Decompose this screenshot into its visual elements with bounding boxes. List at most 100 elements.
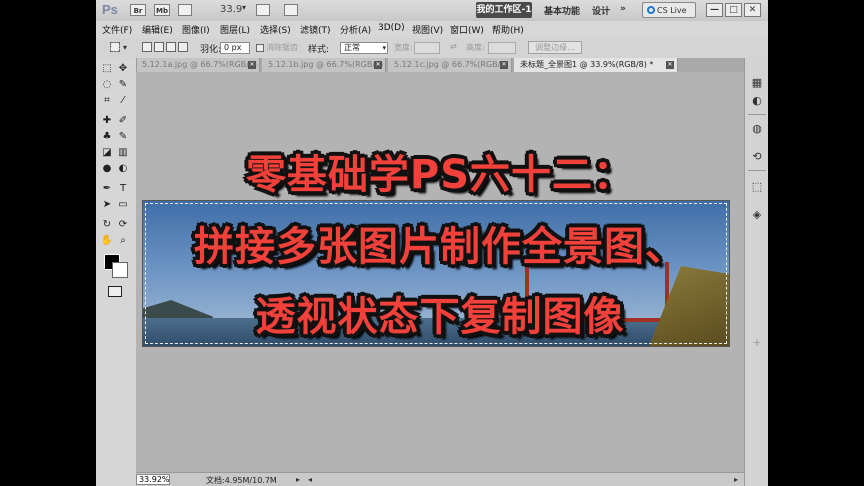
antialias-checkbox[interactable] — [256, 44, 264, 52]
menu-analysis[interactable]: 分析(A) — [340, 23, 371, 36]
status-scroll-left-icon[interactable]: ◂ — [308, 475, 312, 484]
more-workspaces-icon[interactable]: » — [620, 4, 626, 14]
color-panel-icon[interactable]: ◐ — [750, 94, 764, 108]
workspace-essentials-link[interactable]: 基本功能 — [544, 4, 580, 17]
menu-3d[interactable]: 3D(D) — [378, 23, 405, 33]
menu-view[interactable]: 视图(V) — [412, 23, 443, 36]
tab-panorama-active[interactable]: 未标题_全景图1 @ 33.9%(RGB/8) * ✕ — [514, 58, 678, 72]
menu-image[interactable]: 图像(I) — [182, 23, 210, 36]
photoshop-window: Ps Br Mb 33.9 ▾ 我的工作区-1 基本功能 设计 » CS Liv… — [96, 0, 768, 486]
clone-stamp-icon[interactable]: ♣ — [100, 130, 114, 144]
style-select[interactable]: 正常 ▾ — [340, 42, 388, 54]
height-input[interactable] — [488, 42, 516, 54]
dock-divider — [748, 170, 766, 171]
intersect-selection-icon[interactable] — [178, 42, 188, 52]
menu-file[interactable]: 文件(F) — [102, 23, 132, 36]
overlay-title-line-2: 拼接多张图片制作全景图、 — [194, 224, 686, 270]
status-menu-icon[interactable]: ▸ — [296, 475, 300, 484]
menu-select[interactable]: 选择(S) — [260, 23, 291, 36]
refine-edge-button[interactable]: 调整边缘... — [528, 41, 582, 54]
crop-tool-icon[interactable]: ⌗ — [100, 94, 114, 108]
tab-document-1a[interactable]: 5.12.1a.jpg @ 66.7%(RGB/8) ✕ — [136, 58, 260, 72]
dock-add-icon[interactable]: + — [750, 336, 764, 350]
status-scroll-right-icon[interactable]: ▸ — [734, 475, 738, 484]
zoom-caret-icon[interactable]: ▾ — [242, 3, 246, 12]
tab-close-icon[interactable]: ✕ — [248, 61, 256, 69]
quick-mask-icon[interactable] — [108, 286, 122, 297]
swap-icon[interactable]: ⇄ — [450, 42, 457, 51]
layers-panel-icon[interactable]: ◈ — [750, 208, 764, 222]
hand-tool-icon[interactable]: ✋ — [100, 234, 114, 248]
path-selection-icon[interactable]: ➤ — [100, 198, 114, 212]
adjustments-panel-icon[interactable]: ◍ — [750, 122, 764, 136]
menu-filter[interactable]: 滤镜(T) — [300, 23, 331, 36]
type-tool-icon[interactable]: T — [116, 182, 130, 196]
feather-input[interactable]: 0 px — [220, 42, 250, 54]
lasso-tool-icon[interactable]: ◌ — [100, 78, 114, 92]
history-brush-icon[interactable]: ✎ — [116, 130, 130, 144]
histogram-panel-icon[interactable]: ▦ — [750, 76, 764, 90]
subtract-selection-icon[interactable] — [166, 42, 176, 52]
tab-close-icon[interactable]: ✕ — [500, 61, 508, 69]
tab-label: 5.12.1a.jpg @ 66.7%(RGB/8) — [142, 60, 258, 69]
height-label: 高度: — [466, 43, 485, 52]
bridge-icon[interactable]: Br — [130, 4, 146, 16]
marquee-tool-preset-icon[interactable] — [110, 42, 120, 52]
zoom-tool-icon[interactable]: ⌕ — [116, 234, 130, 248]
view-extras-icon[interactable] — [178, 4, 192, 16]
tab-close-icon[interactable]: ✕ — [666, 61, 674, 69]
history-panel-icon[interactable]: ⟲ — [750, 150, 764, 164]
transform-panel-icon[interactable]: ⬚ — [750, 180, 764, 194]
tab-label: 5.12.1c.jpg @ 66.7%(RGB/8) — [394, 60, 509, 69]
add-selection-icon[interactable] — [154, 42, 164, 52]
gradient-tool-icon[interactable]: ▥ — [116, 146, 130, 160]
overlay-title-line-1: 零基础学PS六十二： — [245, 152, 635, 198]
menu-edit[interactable]: 编辑(E) — [142, 23, 173, 36]
quick-selection-icon[interactable]: ✎ — [116, 78, 130, 92]
pen-tool-icon[interactable]: ✒ — [100, 182, 114, 196]
minimize-button[interactable]: — — [706, 3, 723, 17]
minibridge-icon[interactable]: Mb — [154, 4, 170, 16]
healing-brush-icon[interactable]: ✚ — [100, 114, 114, 128]
menu-layer[interactable]: 图层(L) — [220, 23, 250, 36]
dodge-tool-icon[interactable]: ◐ — [116, 162, 130, 176]
close-button[interactable]: ✕ — [744, 3, 761, 17]
tab-document-1c[interactable]: 5.12.1c.jpg @ 66.7%(RGB/8) ✕ — [388, 58, 512, 72]
eyedropper-icon[interactable]: ⁄ — [116, 94, 130, 108]
overlay-title-line-3: 透视状态下复制图像 — [255, 294, 625, 340]
tab-label: 未标题_全景图1 @ 33.9%(RGB/8) * — [520, 60, 654, 69]
workspace-design-link[interactable]: 设计 — [592, 4, 610, 17]
status-zoom-input[interactable]: 33.92% — [136, 474, 170, 485]
maximize-button[interactable]: □ — [725, 3, 742, 17]
3d-rotate-icon[interactable]: ↻ — [100, 218, 114, 232]
cs-live-button[interactable]: CS Live — [642, 2, 696, 18]
menu-help[interactable]: 帮助(H) — [492, 23, 524, 36]
3d-orbit-icon[interactable]: ⟳ — [116, 218, 130, 232]
status-bar: 33.92% 文档:4.95M/10.7M ▸ ◂ ▸ — [136, 472, 744, 486]
brush-tool-icon[interactable]: ✐ — [116, 114, 130, 128]
move-tool-icon[interactable]: ✥ — [116, 62, 130, 76]
document-canvas[interactable]: 零基础学PS六十二： 拼接多张图片制作全景图、 透视状态下复制图像 — [136, 72, 744, 472]
tools-panel: ⬚ ✥ ◌ ✎ ⌗ ⁄ ✚ ✐ ♣ ✎ ◪ ▥ ● ◐ ✒ T ➤ ▭ ↻ ⟳ … — [96, 58, 137, 486]
feather-label: 羽化: — [200, 45, 222, 55]
shape-tool-icon[interactable]: ▭ — [116, 198, 130, 212]
zoom-level[interactable]: 33.9 — [220, 4, 242, 15]
options-bar: ▾ 羽化: 0 px 消除锯齿 样式: 正常 ▾ 宽度: ⇄ 高度: 调整边缘..… — [96, 38, 768, 59]
new-selection-icon[interactable] — [142, 42, 152, 52]
workspace-active-button[interactable]: 我的工作区-1 — [476, 2, 532, 18]
menu-window[interactable]: 窗口(W) — [450, 23, 484, 36]
ps-logo: Ps — [102, 2, 118, 17]
arrange-documents-icon[interactable] — [256, 4, 270, 16]
width-input[interactable] — [414, 42, 440, 54]
tab-close-icon[interactable]: ✕ — [374, 61, 382, 69]
tab-document-1b[interactable]: 5.12.1b.jpg @ 66.7%(RGB/8) ✕ — [262, 58, 386, 72]
screen-mode-icon[interactable] — [284, 4, 298, 16]
background-color-swatch[interactable] — [112, 262, 128, 278]
blur-tool-icon[interactable]: ● — [100, 162, 114, 176]
cs-live-label: CS Live — [657, 6, 687, 15]
preset-caret-icon[interactable]: ▾ — [123, 43, 127, 52]
style-caret-icon: ▾ — [382, 44, 386, 52]
rectangular-marquee-icon[interactable]: ⬚ — [100, 62, 114, 76]
eraser-tool-icon[interactable]: ◪ — [100, 146, 114, 160]
cs-live-icon — [647, 6, 655, 14]
